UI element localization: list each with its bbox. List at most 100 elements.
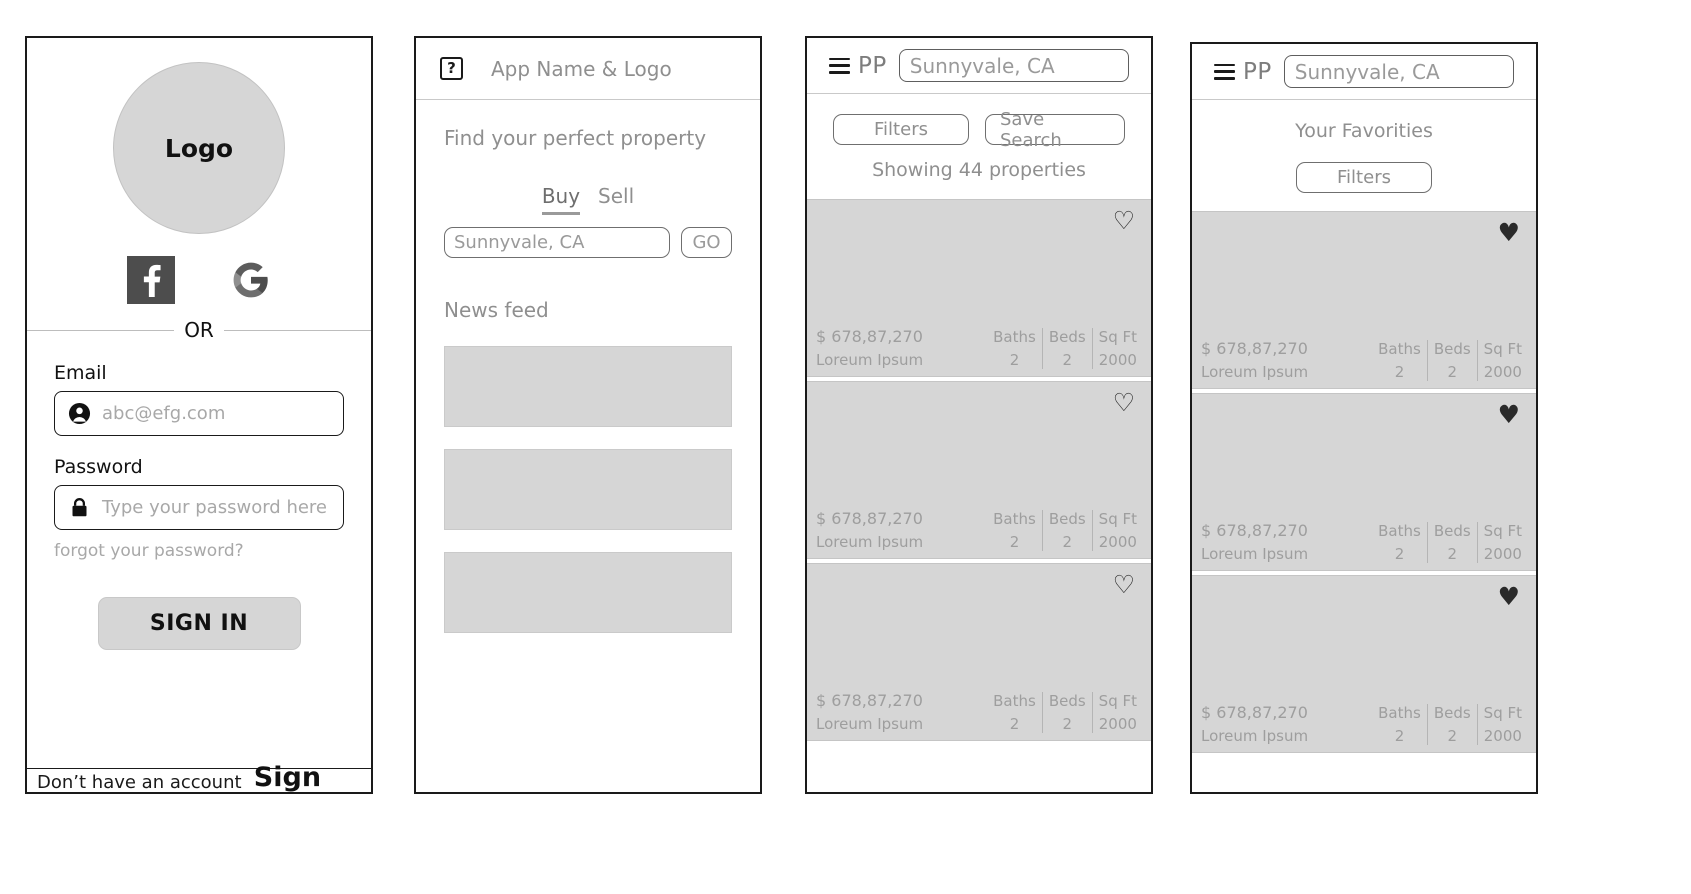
tab-buy[interactable]: Buy: [541, 184, 581, 215]
signup-question: Don’t have an account ?: [37, 771, 242, 793]
page-title: Your Favorities: [1295, 120, 1433, 142]
location-input[interactable]: Sunnyvale, CA: [898, 49, 1129, 82]
screen-signin: Logo OR Email abc@efg.com Password Type …: [25, 36, 373, 794]
stat-baths: Baths 2: [987, 692, 1042, 733]
property-stats: Baths 2 Beds 2 Sq Ft 2000: [1372, 704, 1528, 745]
email-field[interactable]: abc@efg.com: [54, 391, 344, 436]
lock-icon: [68, 496, 91, 519]
stat-baths: Baths 2: [987, 328, 1042, 369]
stat-sqft: Sq Ft 2000: [1476, 704, 1528, 745]
property-subtitle: Loreum Ipsum: [816, 715, 924, 733]
go-button[interactable]: GO: [681, 227, 732, 258]
signup-link[interactable]: Sign Up: [254, 762, 369, 793]
property-subtitle: Loreum Ipsum: [1201, 545, 1309, 563]
property-price: $ 678,87,270: [816, 691, 923, 710]
property-info: $ 678,87,270 Loreum Ipsum Baths 2 Beds 2: [807, 327, 1151, 369]
save-search-button[interactable]: Save Search: [985, 109, 1125, 151]
favorite-heart-icon[interactable]: ♡: [1113, 572, 1135, 597]
hamburger-menu-icon[interactable]: [1214, 63, 1235, 80]
favorite-heart-icon[interactable]: ♥: [1498, 584, 1520, 609]
property-stats: Baths 2 Beds 2 Sq Ft 2000: [987, 328, 1143, 369]
stat-value: 2: [1394, 363, 1405, 381]
stat-label: Baths: [1378, 704, 1421, 722]
stat-baths: Baths 2: [1372, 704, 1427, 745]
favorites-toolbar: Filters: [1192, 162, 1536, 193]
stat-value: 2000: [1483, 545, 1522, 563]
password-field[interactable]: Type your password here: [54, 485, 344, 530]
home-header: ? App Name & Logo: [416, 38, 760, 100]
wireframe-canvas: Logo OR Email abc@efg.com Password Type …: [0, 0, 1691, 894]
stat-value: 2: [1062, 533, 1073, 551]
signin-button[interactable]: SIGN IN: [97, 597, 301, 650]
property-stats: Baths 2 Beds 2 Sq Ft 2000: [1372, 340, 1528, 381]
filters-button[interactable]: Filters: [833, 114, 969, 145]
listings-header: PP Sunnyvale, CA: [807, 38, 1151, 94]
property-price: $ 678,87,270: [1201, 339, 1308, 358]
app-logo: Logo: [113, 62, 285, 234]
stat-value: 2000: [1098, 715, 1137, 733]
newsfeed-label: News feed: [444, 298, 549, 322]
newsfeed-card[interactable]: [444, 449, 732, 530]
property-card[interactable]: ♥ $ 678,87,270 Loreum Ipsum Baths 2 Beds: [1192, 575, 1536, 753]
stat-label: Sq Ft: [1098, 328, 1137, 346]
property-info: $ 678,87,270 Loreum Ipsum Baths 2 Beds 2: [807, 509, 1151, 551]
location-input[interactable]: Sunnyvale, CA: [1283, 55, 1514, 88]
signup-bar: Don’t have an account ? Sign Up: [27, 762, 371, 793]
property-price: $ 678,87,270: [816, 327, 923, 346]
stat-sqft: Sq Ft 2000: [1091, 692, 1143, 733]
forgot-password-link[interactable]: forgot your password?: [54, 541, 344, 561]
stat-value: 2000: [1483, 727, 1522, 745]
property-card[interactable]: ♡ $ 678,87,270 Loreum Ipsum Baths 2 Beds: [807, 563, 1151, 741]
tab-sell[interactable]: Sell: [598, 184, 634, 215]
user-icon: [68, 402, 91, 425]
stat-value: 2: [1009, 533, 1020, 551]
hamburger-menu-icon[interactable]: [829, 57, 850, 74]
facebook-icon[interactable]: [127, 256, 175, 304]
stat-value: 2: [1062, 715, 1073, 733]
stat-beds: Beds 2: [1041, 328, 1092, 369]
favorite-heart-icon[interactable]: ♡: [1113, 390, 1135, 415]
stat-baths: Baths 2: [987, 510, 1042, 551]
property-card[interactable]: ♥ $ 678,87,270 Loreum Ipsum Baths 2 Beds: [1192, 393, 1536, 571]
property-card[interactable]: ♡ $ 678,87,270 Loreum Ipsum Baths 2 Beds: [807, 381, 1151, 559]
favorite-heart-icon[interactable]: ♥: [1498, 220, 1520, 245]
stat-sqft: Sq Ft 2000: [1476, 340, 1528, 381]
property-stats: Baths 2 Beds 2 Sq Ft 2000: [987, 510, 1143, 551]
help-icon[interactable]: ?: [440, 57, 463, 80]
property-info: $ 678,87,270 Loreum Ipsum Baths 2 Beds 2: [1192, 521, 1536, 563]
property-stats: Baths 2 Beds 2 Sq Ft 2000: [1372, 522, 1528, 563]
divider-line-right: [223, 329, 371, 331]
favorite-heart-icon[interactable]: ♥: [1498, 402, 1520, 427]
property-info: $ 678,87,270 Loreum Ipsum Baths 2 Beds 2: [1192, 339, 1536, 381]
tagline: Find your perfect property: [444, 126, 707, 150]
email-label: Email: [54, 362, 107, 384]
stat-label: Baths: [993, 692, 1036, 710]
filters-button[interactable]: Filters: [1296, 162, 1432, 193]
stat-beds: Beds 2: [1426, 704, 1477, 745]
stat-value: 2: [1447, 545, 1458, 563]
property-price: $ 678,87,270: [1201, 703, 1308, 722]
favorite-heart-icon[interactable]: ♡: [1113, 208, 1135, 233]
stat-value: 2: [1009, 715, 1020, 733]
location-search-input[interactable]: Sunnyvale, CA: [444, 227, 670, 258]
stat-value: 2000: [1098, 351, 1137, 369]
stat-value: 2: [1394, 727, 1405, 745]
property-subtitle: Loreum Ipsum: [816, 533, 924, 551]
stat-value: 2000: [1483, 363, 1522, 381]
pp-logo: PP: [1243, 58, 1272, 85]
stat-baths: Baths 2: [1372, 522, 1427, 563]
property-subtitle: Loreum Ipsum: [816, 351, 924, 369]
stat-baths: Baths 2: [1372, 340, 1427, 381]
search-row: Sunnyvale, CA GO: [444, 227, 732, 258]
property-card[interactable]: ♡ $ 678,87,270 Loreum Ipsum Baths 2 Beds: [807, 199, 1151, 377]
divider-line-left: [27, 329, 175, 331]
google-icon[interactable]: [231, 260, 271, 300]
newsfeed-card[interactable]: [444, 552, 732, 633]
stat-beds: Beds 2: [1041, 692, 1092, 733]
property-card[interactable]: ♥ $ 678,87,270 Loreum Ipsum Baths 2 Beds: [1192, 211, 1536, 389]
results-count: Showing 44 properties: [872, 159, 1086, 181]
newsfeed-card[interactable]: [444, 346, 732, 427]
favorites-header: PP Sunnyvale, CA: [1192, 44, 1536, 100]
property-stats: Baths 2 Beds 2 Sq Ft 2000: [987, 692, 1143, 733]
stat-value: 2: [1009, 351, 1020, 369]
